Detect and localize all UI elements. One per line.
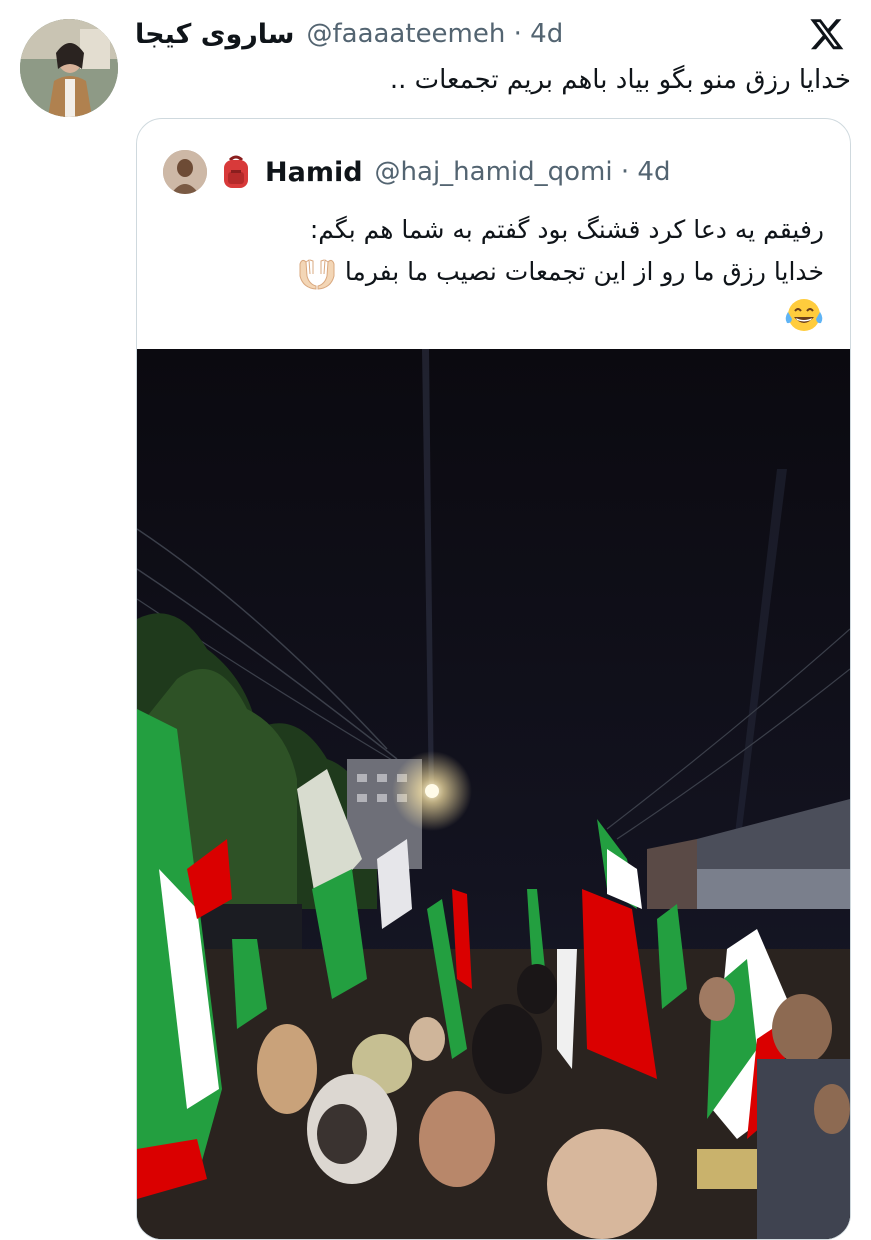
author-avatar[interactable] [20, 19, 118, 117]
quoted-time[interactable]: · 4d [621, 157, 671, 187]
tweet-header: ساروی کیجا @faaaateemeh · 4d [135, 14, 791, 54]
backpack-icon [224, 155, 248, 188]
author-display-name[interactable]: ساروی کیجا [135, 19, 294, 50]
quoted-line-3 [163, 293, 824, 335]
quoted-tweet-header: Hamid @haj_hamid_qomi · 4d [163, 149, 670, 195]
quoted-tweet-media[interactable] [137, 349, 850, 1239]
quoted-tweet-card[interactable]: Hamid @haj_hamid_qomi · 4d رفیقم یه دعا … [136, 118, 851, 1240]
quoted-tweet-text: رفیقم یه دعا کرد قشنگ بود گفتم به شما هم… [163, 209, 824, 335]
tweet-time[interactable]: · 4d [514, 19, 564, 49]
author-handle[interactable]: @faaaateemeh · 4d [306, 19, 563, 49]
quoted-author-avatar[interactable] [163, 150, 207, 194]
quoted-handle[interactable]: @haj_hamid_qomi · 4d [375, 157, 671, 187]
tears-of-joy-icon [785, 299, 823, 331]
quoted-line-2-wrap: خدایا رزق ما رو از این تجمعات نصیب ما بف… [163, 251, 824, 293]
quoted-display-name[interactable]: Hamid [265, 157, 363, 188]
palms-up-together-icon [299, 259, 335, 290]
quoted-line-2: خدایا رزق ما رو از این تجمعات نصیب ما بف… [344, 257, 824, 286]
tweet-text: خدایا رزق منو بگو بیاد باهم بریم تجمعات … [389, 65, 851, 95]
quoted-line-1: رفیقم یه دعا کرد قشنگ بود گفتم به شما هم… [309, 215, 824, 244]
x-logo-icon [810, 19, 844, 50]
